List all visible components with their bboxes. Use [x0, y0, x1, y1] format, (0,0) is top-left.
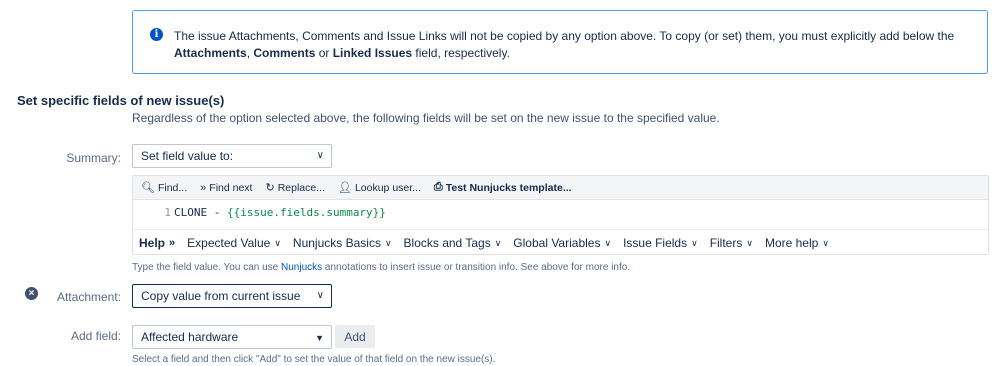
info-comments-bold: Comments — [253, 46, 316, 60]
hint-text: Type the field value. You can use — [132, 262, 281, 273]
summary-mode-select[interactable]: Set field value to: ∨ — [132, 144, 332, 168]
help-menu-filters[interactable]: Filters ∨ — [710, 236, 753, 250]
info-text-part: The issue Attachments, Comments and Issu… — [174, 29, 955, 43]
info-attachments-bold: Attachments — [174, 46, 247, 60]
chevron-down-icon: ∨ — [822, 237, 829, 248]
summary-hint: Type the field value. You can use Nunjuc… — [132, 262, 630, 273]
add-field-select[interactable]: Affected hardware ▼ — [132, 325, 332, 349]
add-field-hint: Select a field and then click "Add" to s… — [132, 354, 496, 365]
attachment-mode-select[interactable]: Copy value from current issue ∨ — [132, 284, 332, 308]
info-linked-issues-bold: Linked Issues — [332, 46, 413, 60]
help-menu-global-variables[interactable]: Global Variables ∨ — [513, 236, 611, 250]
help-menu-nunjucks-basics[interactable]: Nunjucks Basics ∨ — [293, 236, 392, 250]
help-menu-label: Global Variables — [513, 236, 601, 250]
code-line: CLONE - {{issue.fields.summary}} — [174, 200, 386, 226]
chevron-down-icon: ∨ — [316, 150, 324, 161]
find-next-label: Find next — [209, 181, 253, 194]
caret-down-icon: ▼ — [315, 333, 324, 343]
help-menu-label: More help — [764, 236, 819, 250]
code-icon: ⎙ — [433, 181, 443, 193]
user-icon: 👤︎ — [337, 182, 352, 194]
chevron-down-icon: ∨ — [316, 290, 324, 301]
find-button[interactable]: 🔍︎ Find... — [141, 181, 188, 195]
section-title: Set specific fields of new issue(s) — [17, 93, 225, 108]
code-template-expression: {{issue.fields.summary}} — [226, 206, 386, 219]
double-chevron-right-icon: » — [169, 237, 176, 249]
help-menu-more-help[interactable]: More help ∨ — [765, 236, 829, 250]
info-message-text: The issue Attachments, Comments and Issu… — [174, 28, 973, 62]
summary-label: Summary: — [66, 151, 121, 165]
section-description: Regardless of the option selected above,… — [132, 111, 720, 125]
help-menu-label: Expected Value — [187, 236, 271, 250]
chevron-down-icon: ∨ — [494, 237, 502, 248]
add-field-label: Add field: — [70, 329, 121, 343]
double-chevron-right-icon: » — [200, 181, 207, 194]
info-icon: i — [150, 28, 163, 41]
help-menu-label: Issue Fields — [623, 236, 688, 250]
help-menu-blocks-and-tags[interactable]: Blocks and Tags ∨ — [404, 236, 502, 250]
code-text: CLONE - — [174, 206, 227, 219]
info-text-part: field, respectively. — [412, 46, 510, 60]
help-label: Help — [139, 236, 166, 250]
search-icon: 🔍︎ — [141, 182, 155, 194]
replace-label: Replace... — [277, 181, 325, 194]
replace-button[interactable]: ↻ Replace... — [265, 181, 325, 195]
attachment-mode-value: Copy value from current issue — [141, 289, 301, 303]
info-text-sep: or — [315, 46, 333, 60]
chevron-down-icon: ∨ — [691, 237, 698, 248]
info-message-box: i The issue Attachments, Comments and Is… — [132, 10, 988, 74]
nunjucks-link[interactable]: Nunjucks — [281, 262, 322, 273]
line-number: 1 — [164, 206, 171, 219]
add-field-button[interactable]: Add — [335, 325, 375, 348]
code-area[interactable]: 1 CLONE - {{issue.fields.summary}} — [133, 200, 988, 226]
chevron-down-icon: ∨ — [604, 237, 612, 248]
lookup-user-label: Lookup user... — [354, 181, 421, 194]
chevron-down-icon: ∨ — [274, 237, 281, 248]
help-menu-label: Filters — [709, 236, 743, 250]
help-menu-expected-value[interactable]: Expected Value ∨ — [187, 236, 281, 250]
help-toggle[interactable]: Help » — [139, 236, 175, 250]
add-field-value: Affected hardware — [141, 330, 239, 344]
test-template-label: Test Nunjucks template... — [445, 181, 572, 194]
help-menu-label: Blocks and Tags — [403, 236, 491, 250]
hint-text: annotations to insert issue or transitio… — [322, 262, 631, 273]
find-next-button[interactable]: » Find next — [200, 182, 252, 194]
chevron-down-icon: ∨ — [384, 237, 392, 248]
template-editor[interactable]: 🔍︎ Find... » Find next ↻ Replace... 👤︎ L… — [132, 175, 989, 255]
find-label: Find... — [157, 181, 188, 194]
chevron-down-icon: ∨ — [746, 237, 753, 248]
help-bar: Help » Expected Value ∨ Nunjucks Basics ∨ … — [133, 229, 988, 256]
lookup-user-button[interactable]: 👤︎ Lookup user... — [337, 181, 421, 195]
editor-toolbar: 🔍︎ Find... » Find next ↻ Replace... 👤︎ L… — [133, 176, 988, 200]
test-template-button[interactable]: ⎙ Test Nunjucks template... — [434, 181, 572, 194]
summary-mode-value: Set field value to: — [141, 149, 234, 163]
attachment-label: Attachment: — [56, 290, 121, 304]
help-menu-issue-fields[interactable]: Issue Fields ∨ — [623, 236, 698, 250]
replace-icon: ↻ — [265, 182, 275, 194]
help-menu-label: Nunjucks Basics — [292, 236, 381, 250]
